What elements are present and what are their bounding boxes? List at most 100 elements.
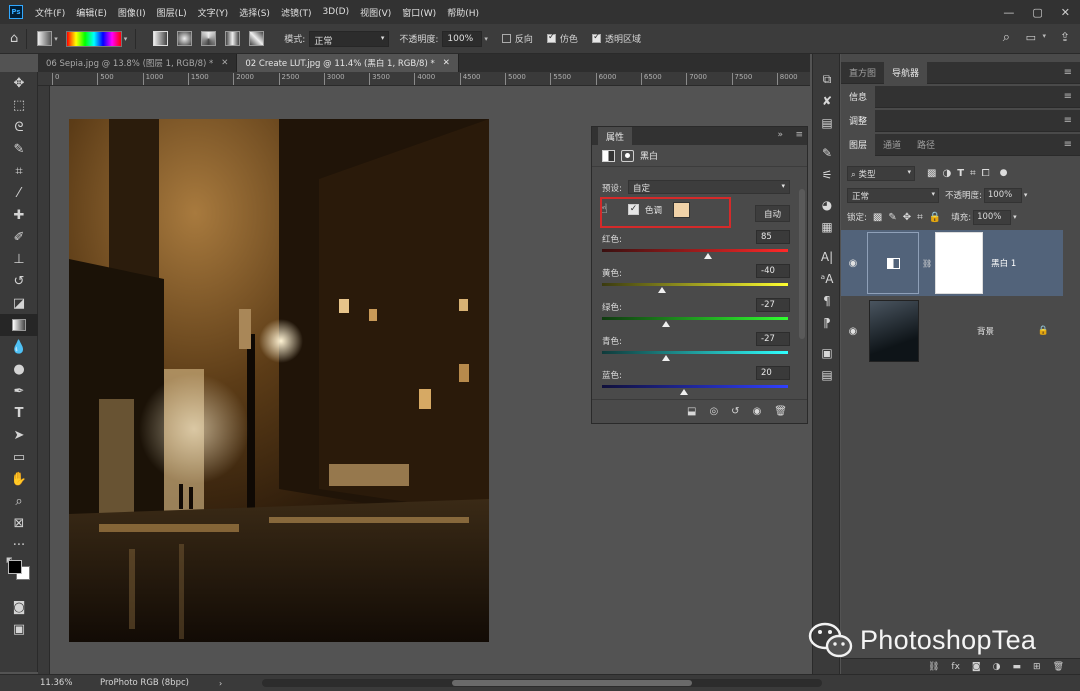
clone-stamp-tool-icon[interactable]: ⊥ [0, 248, 38, 270]
red-track[interactable] [602, 249, 788, 252]
chevron-right-icon[interactable]: › [219, 679, 222, 688]
tab-navigator[interactable]: 导航器 [884, 61, 928, 84]
menu-type[interactable]: 文字(Y) [198, 6, 229, 19]
new-adjustment-icon[interactable]: ◑ [993, 662, 1001, 672]
layer-mask-thumbnail[interactable] [935, 232, 984, 294]
yellow-track[interactable] [602, 283, 788, 286]
layer-row-background[interactable]: ◉ 背景 🔒 [841, 298, 1063, 364]
tab-layers[interactable]: 图层 [841, 133, 876, 156]
panel-menu-icon[interactable]: ≡ [1064, 115, 1072, 126]
healing-brush-tool-icon[interactable]: ✚ [0, 204, 38, 226]
character-icon[interactable]: A| [813, 246, 841, 268]
type-filter-icon[interactable]: T [957, 168, 964, 179]
eye-icon[interactable]: ◉ [841, 326, 865, 337]
diamond-gradient-icon[interactable] [249, 31, 265, 46]
menu-help[interactable]: 帮助(H) [447, 6, 479, 19]
blur-tool-icon[interactable]: 💧 [0, 336, 38, 358]
red-thumb[interactable] [704, 253, 713, 259]
chevron-down-icon[interactable]: ▾ [54, 35, 58, 43]
transparency-checkbox[interactable] [591, 32, 601, 43]
screen-mode-icon[interactable]: ▣ [0, 618, 38, 640]
link-icon[interactable]: ⛓ [922, 259, 932, 268]
tab-info[interactable]: 信息 [841, 85, 876, 108]
search-icon[interactable]: ⌕ [1003, 30, 1010, 45]
quick-mask-icon[interactable]: ◙ [0, 596, 38, 618]
marquee-tool-icon[interactable]: ⬚ [0, 94, 38, 116]
history-brush-tool-icon[interactable]: ↺ [0, 270, 38, 292]
auto-button[interactable]: 自动 [755, 205, 790, 222]
pen-tool-icon[interactable]: ✒ [0, 380, 38, 402]
clip-to-layer-icon[interactable]: ⬓ [687, 406, 696, 417]
minimize-icon[interactable]: — [1003, 6, 1014, 19]
close-icon[interactable]: ✕ [221, 58, 228, 68]
cyan-thumb[interactable] [662, 355, 671, 361]
paragraph-icon[interactable]: ¶ [813, 290, 841, 312]
tab-adjustments[interactable]: 调整 [841, 109, 876, 132]
new-group-icon[interactable]: ▬ [1013, 662, 1022, 672]
tab-histogram[interactable]: 直方图 [841, 62, 884, 84]
tool-preset-icon[interactable] [37, 31, 53, 46]
chevron-down-icon[interactable]: ▾ [484, 35, 488, 43]
menu-select[interactable]: 选择(S) [239, 6, 270, 19]
filter-toggle-icon[interactable]: ● [1000, 168, 1008, 178]
preset-select[interactable]: 自定 ▾ [628, 180, 790, 194]
layer-name[interactable]: 背景 [977, 325, 994, 337]
red-value-input[interactable]: 85 [756, 230, 790, 244]
chevron-down-icon[interactable]: ▾ [1024, 191, 1028, 199]
zoom-tool-icon[interactable]: ⌕ [0, 490, 38, 512]
close-icon[interactable]: ✕ [443, 58, 450, 68]
adjustment-filter-icon[interactable]: ◑ [942, 168, 951, 179]
tab-properties[interactable]: 属性 [598, 127, 633, 145]
layer-opacity-input[interactable]: 100% [983, 187, 1022, 203]
mask-icon[interactable] [621, 149, 634, 162]
reset-icon[interactable]: ↺ [731, 406, 739, 417]
tab-channels[interactable]: 通道 [875, 134, 909, 156]
frame-tool-icon[interactable]: ⊠ [0, 512, 38, 534]
close-icon[interactable]: ✕ [1061, 6, 1070, 19]
panel-menu-icon[interactable]: ≡ [795, 130, 803, 140]
view-previous-icon[interactable]: ◎ [709, 406, 718, 417]
pixel-filter-icon[interactable]: ▩ [927, 168, 936, 179]
trash-icon[interactable]: 🗑 [1053, 662, 1064, 672]
blend-mode-select[interactable]: 正常 ▾ [847, 187, 939, 203]
share-icon[interactable]: ⇪ [1060, 30, 1070, 44]
yellow-value-input[interactable]: -40 [756, 264, 790, 278]
paragraph-styles-icon[interactable]: ⁋ [813, 312, 841, 334]
chevron-down-icon[interactable]: ▾ [1013, 213, 1017, 221]
reverse-checkbox[interactable] [501, 34, 511, 43]
tab-paths[interactable]: 路径 [909, 134, 943, 156]
menu-image[interactable]: 图像(I) [118, 6, 146, 19]
chevron-down-icon[interactable]: ▾ [1042, 32, 1046, 40]
menu-layer[interactable]: 图层(L) [157, 6, 187, 19]
layer-filter-select[interactable]: ⌕ 类型 ▾ [847, 165, 915, 181]
menu-view[interactable]: 视图(V) [360, 6, 391, 19]
notes-icon[interactable]: ▤ [813, 364, 841, 386]
document-canvas-image[interactable] [69, 119, 489, 642]
type-tool-icon[interactable]: T [0, 402, 38, 424]
blue-track[interactable] [602, 385, 788, 388]
mode-select[interactable]: 正常 ▾ [309, 30, 390, 47]
angle-gradient-icon[interactable] [201, 31, 217, 46]
trash-icon[interactable]: 🗑 [774, 406, 787, 417]
radial-gradient-icon[interactable] [177, 31, 193, 46]
layer-row-bw[interactable]: ◉ ⛓ 黑白 1 [841, 230, 1063, 296]
lock-artboard-icon[interactable]: ⌗ [917, 212, 923, 223]
collapse-icon[interactable]: » [777, 130, 783, 140]
fill-input[interactable]: 100% [973, 209, 1012, 225]
more-tools-icon[interactable]: ··· [0, 534, 38, 556]
photoshop-logo-icon[interactable]: Ps [9, 5, 23, 19]
scrollbar-thumb[interactable] [452, 680, 693, 686]
brush-tool-icon[interactable]: ✐ [0, 226, 38, 248]
fx-icon[interactable]: fx [951, 662, 960, 672]
zoom-level[interactable]: 11.36% [40, 678, 90, 688]
lock-transparent-icon[interactable]: ▩ [873, 212, 882, 223]
panel-menu-icon[interactable]: ≡ [1064, 91, 1072, 102]
path-select-tool-icon[interactable]: ➤ [0, 424, 38, 446]
horizontal-scrollbar[interactable] [262, 679, 823, 687]
layer-name[interactable]: 黑白 1 [991, 257, 1016, 269]
add-mask-icon[interactable]: ◙ [972, 662, 981, 672]
crop-tool-icon[interactable]: ⌗ [0, 160, 38, 182]
adjustments-icon[interactable]: ⚟ [813, 164, 841, 186]
green-track[interactable] [602, 317, 788, 320]
menu-file[interactable]: 文件(F) [35, 6, 65, 19]
